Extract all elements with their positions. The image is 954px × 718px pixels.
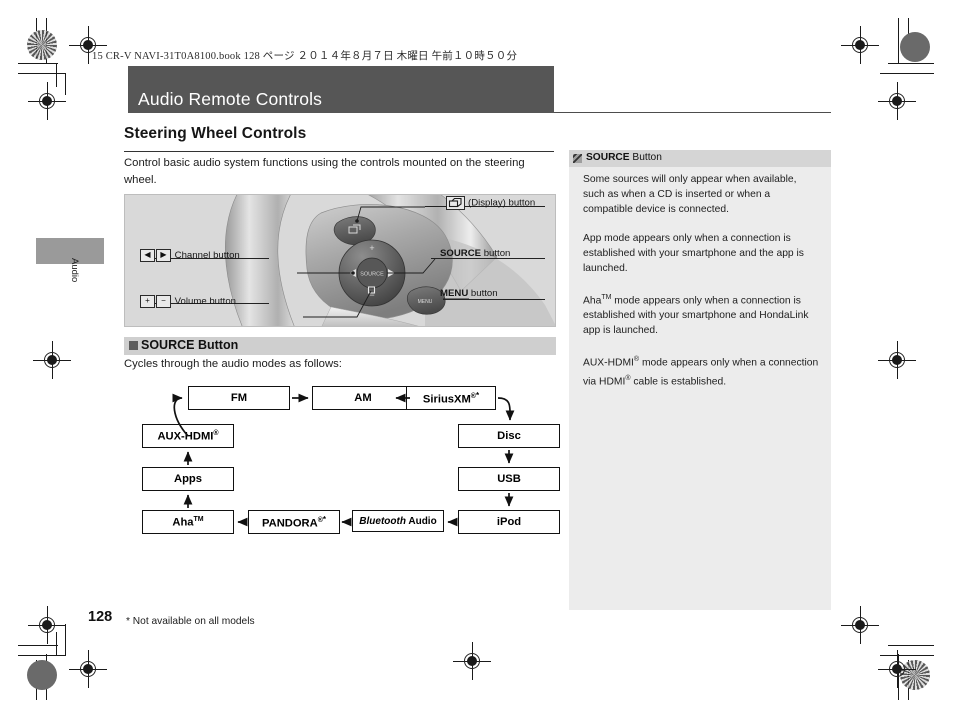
registration-mark-mid-right: [878, 341, 916, 379]
sidebar-note-paragraph-2: App mode appears only when a connection …: [583, 233, 804, 274]
subsection-square-icon: [129, 341, 138, 350]
density-dot-bottom-left: [27, 660, 57, 690]
page-number: 128: [88, 609, 113, 625]
registration-mark-top-right: [841, 26, 879, 64]
svg-text:SOURCE: SOURCE: [360, 272, 384, 278]
chevron-double-right-icon: [573, 154, 582, 163]
callout-display-button: (Display) button: [446, 196, 535, 210]
registration-mark-bottom-left: [28, 606, 66, 644]
sidebar-note-paragraph-1: Some sources will only appear when avail…: [583, 174, 797, 215]
registration-mark-bottom-center: [453, 642, 491, 680]
sidebar-note-title: SOURCE Button: [586, 152, 662, 163]
manual-page: 15 CR-V NAVI-31T0A8100.book 128 ページ ２０１４…: [0, 0, 954, 718]
callout-menu-button: MENU button: [440, 288, 498, 299]
chapter-header-rule: [554, 112, 831, 114]
callout-display-label: (Display) button: [468, 197, 536, 209]
channel-right-icon: ▶: [156, 249, 171, 262]
svg-text:−: −: [369, 290, 374, 300]
registration-mark-bottom-right: [841, 606, 879, 644]
print-slug-line: 15 CR-V NAVI-31T0A8100.book 128 ページ ２０１４…: [92, 51, 518, 62]
page-title: Audio Remote Controls: [138, 89, 323, 109]
sidebar-note-title-bold: SOURCE: [586, 152, 630, 163]
subsection-title: SOURCE Button: [141, 338, 239, 352]
svg-text:MENU: MENU: [418, 299, 433, 305]
leader-menu: [443, 299, 545, 300]
page-footnote: * Not available on all models: [126, 616, 255, 627]
source-cycle-flow-diagram: FM AM SiriusXM®* Disc USB iPod Bluetooth…: [124, 380, 560, 545]
channel-left-icon: ◀: [140, 249, 155, 262]
subsection-description: Cycles through the audio modes as follow…: [124, 358, 342, 370]
sidebar-note-title-rest: Button: [629, 152, 662, 163]
registration-mark-top-left-lower: [28, 82, 66, 120]
sidebar-note-paragraph-4: AUX-HDMI® mode appears only when a conne…: [583, 356, 819, 388]
section-heading-rule: [124, 151, 554, 153]
section-tab-label: Audio: [69, 258, 80, 283]
registration-mark-top-right-lower: [878, 82, 916, 120]
svg-text:+: +: [369, 243, 374, 253]
density-dot-top-right: [900, 32, 930, 62]
section-intro-text: Control basic audio system functions usi…: [124, 157, 525, 186]
registration-mark-bottom-right-inner: [878, 650, 916, 688]
callout-menu-label: MENU: [440, 288, 469, 299]
halftone-star-target: [27, 30, 57, 60]
callout-volume-button: + − Volume button: [140, 295, 236, 308]
callout-channel-label: Channel button: [174, 250, 240, 262]
callout-source-label: SOURCE: [440, 248, 482, 259]
sidebar-note-paragraph-3: AhaTM mode appears only when a connectio…: [583, 294, 809, 337]
flow-arrows: [172, 393, 515, 527]
registration-mark-bottom-left-inner: [69, 650, 107, 688]
callout-source-suffix: button: [481, 248, 511, 259]
volume-plus-icon: +: [140, 295, 155, 308]
callout-volume-label: Volume button: [174, 296, 237, 308]
section-heading: Steering Wheel Controls: [124, 125, 307, 142]
callout-source-button: SOURCE button: [440, 248, 510, 259]
volume-minus-icon: −: [156, 295, 171, 308]
callout-channel-button: ◀ ▶ Channel button: [140, 249, 240, 262]
display-screen-icon: [446, 196, 465, 210]
registration-mark-mid-left: [33, 341, 71, 379]
callout-menu-suffix: button: [468, 288, 498, 299]
sidebar-note-body: Some sources will only appear when avail…: [583, 172, 821, 403]
